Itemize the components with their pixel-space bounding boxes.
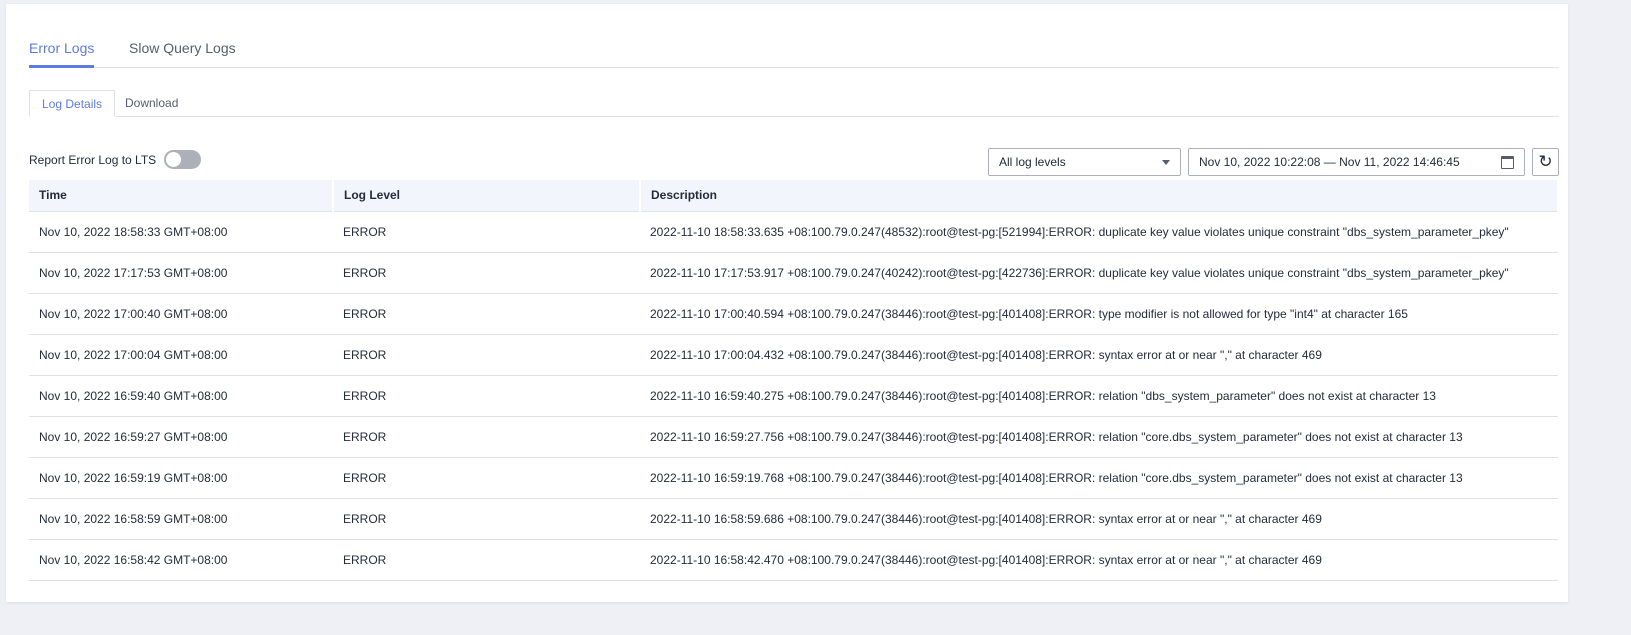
table-row: Nov 10, 2022 18:58:33 GMT+08:00 ERROR 2022… <box>29 211 1558 253</box>
column-header-time: Time <box>29 180 334 212</box>
log-level-cell: ERROR <box>333 293 640 335</box>
tab-log-details[interactable]: Log Details <box>29 90 116 117</box>
description-cell: 2022-11-10 17:17:53.917 +08:100.79.0.247… <box>640 252 1558 294</box>
description-cell: 2022-11-10 17:00:40.594 +08:100.79.0.247… <box>640 293 1558 335</box>
column-header-log-level: Log Level <box>333 180 641 212</box>
log-level-cell: ERROR <box>333 457 640 499</box>
error-log-table: Time Log Level Description Nov 10, 2022 … <box>29 180 1559 581</box>
time-cell: Nov 10, 2022 18:58:33 GMT+08:00 <box>29 211 333 253</box>
description-cell: 2022-11-10 18:58:33.635 +08:100.79.0.247… <box>640 211 1558 253</box>
log-level-cell: ERROR <box>333 498 640 540</box>
log-type-tabs: Error Logs Slow Query Logs <box>29 40 1559 68</box>
time-cell: Nov 10, 2022 16:58:59 GMT+08:00 <box>29 498 333 540</box>
time-cell: Nov 10, 2022 16:59:19 GMT+08:00 <box>29 457 333 499</box>
table-row: Nov 10, 2022 16:58:42 GMT+08:00 ERROR 2022… <box>29 539 1558 581</box>
table-row: Nov 10, 2022 16:59:27 GMT+08:00 ERROR 2022… <box>29 416 1558 458</box>
lts-report-setting: Report Error Log to LTS <box>29 150 202 169</box>
view-tabs: Log Details Download <box>29 90 1559 117</box>
time-cell: Nov 10, 2022 16:59:27 GMT+08:00 <box>29 416 333 458</box>
description-cell: 2022-11-10 17:00:04.432 +08:100.79.0.247… <box>640 334 1558 376</box>
table-row: Nov 10, 2022 17:00:04 GMT+08:00 ERROR 2022… <box>29 334 1558 376</box>
table-row: Nov 10, 2022 17:00:40 GMT+08:00 ERROR 2022… <box>29 293 1558 335</box>
description-cell: 2022-11-10 16:59:19.768 +08:100.79.0.247… <box>640 457 1558 499</box>
tab-slow-query-logs[interactable]: Slow Query Logs <box>129 40 236 68</box>
time-cell: Nov 10, 2022 17:17:53 GMT+08:00 <box>29 252 333 294</box>
tab-error-logs[interactable]: Error Logs <box>29 40 95 68</box>
date-range-value: Nov 10, 2022 10:22:08 — Nov 11, 2022 14:… <box>1199 155 1460 169</box>
log-level-select[interactable]: All log levels <box>988 148 1181 176</box>
description-cell: 2022-11-10 16:58:42.470 +08:100.79.0.247… <box>640 539 1558 581</box>
table-row: Nov 10, 2022 16:58:59 GMT+08:00 ERROR 2022… <box>29 498 1558 540</box>
log-level-cell: ERROR <box>333 334 640 376</box>
log-level-cell: ERROR <box>333 211 640 253</box>
log-level-cell: ERROR <box>333 375 640 417</box>
time-cell: Nov 10, 2022 17:00:04 GMT+08:00 <box>29 334 333 376</box>
log-level-cell: ERROR <box>333 539 640 581</box>
refresh-icon: ↻ <box>1538 152 1553 171</box>
date-range-picker[interactable]: Nov 10, 2022 10:22:08 — Nov 11, 2022 14:… <box>1188 148 1525 176</box>
tab-download[interactable]: Download <box>113 90 190 117</box>
log-level-cell: ERROR <box>333 416 640 458</box>
table-row: Nov 10, 2022 16:59:40 GMT+08:00 ERROR 2022… <box>29 375 1558 417</box>
log-level-cell: ERROR <box>333 252 640 294</box>
time-cell: Nov 10, 2022 16:58:42 GMT+08:00 <box>29 539 333 581</box>
lts-toggle[interactable] <box>164 150 202 169</box>
description-cell: 2022-11-10 16:59:27.756 +08:100.79.0.247… <box>640 416 1558 458</box>
lts-label: Report Error Log to LTS <box>29 152 157 167</box>
time-cell: Nov 10, 2022 16:59:40 GMT+08:00 <box>29 375 333 417</box>
caret-down-icon <box>1162 160 1170 165</box>
refresh-button[interactable]: ↻ <box>1532 148 1559 176</box>
description-cell: 2022-11-10 16:59:40.275 +08:100.79.0.247… <box>640 375 1558 417</box>
table-row: Nov 10, 2022 16:59:19 GMT+08:00 ERROR 2022… <box>29 457 1558 499</box>
description-cell: 2022-11-10 16:58:59.686 +08:100.79.0.247… <box>640 498 1558 540</box>
time-cell: Nov 10, 2022 17:00:40 GMT+08:00 <box>29 293 333 335</box>
table-row: Nov 10, 2022 17:17:53 GMT+08:00 ERROR 2022… <box>29 252 1558 294</box>
calendar-icon <box>1501 156 1514 169</box>
log-level-value: All log levels <box>999 155 1066 169</box>
column-header-description: Description <box>640 180 1559 212</box>
error-logs-panel: Error Logs Slow Query Logs Log Details D… <box>6 4 1568 602</box>
